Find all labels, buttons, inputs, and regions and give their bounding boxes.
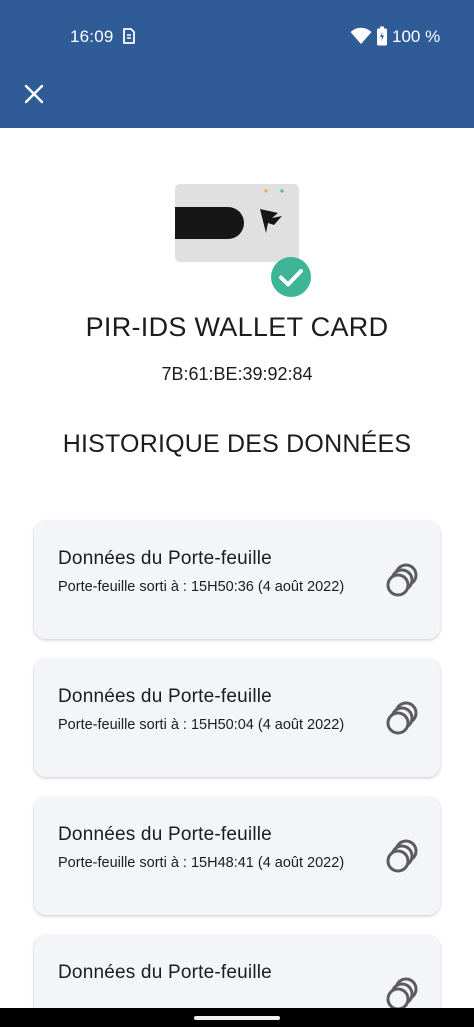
- history-item-title: Données du Porte-feuille: [58, 962, 272, 983]
- screen: 16:09 100 % PIR-IDS WALLET CARD 7B:61:BE…: [0, 0, 474, 1027]
- history-item[interactable]: Données du Porte-feuille Porte-feuille s…: [34, 521, 440, 639]
- close-icon: [24, 84, 44, 104]
- battery-icon: [377, 26, 387, 46]
- app-bar: 16:09 100 %: [0, 0, 474, 128]
- history-item[interactable]: Données du Porte-feuille Porte-feuille s…: [34, 659, 440, 777]
- device-name: PIR-IDS WALLET CARD: [85, 312, 389, 342]
- sim-icon: [123, 28, 135, 44]
- status-bar: 16:09 100 %: [0, 0, 474, 72]
- coins-icon: [386, 977, 418, 1011]
- history-item-title: Données du Porte-feuille: [58, 548, 272, 569]
- close-button[interactable]: [18, 78, 50, 110]
- history-item-title: Données du Porte-feuille: [58, 686, 272, 707]
- history-item-subtitle: Porte-feuille sorti à : 15H48:41 (4 août…: [58, 855, 345, 871]
- history-item-subtitle: Porte-feuille sorti à : 15H50:04 (4 août…: [58, 717, 345, 733]
- home-gesture-handle[interactable]: [194, 1016, 280, 1020]
- history-item-title: Données du Porte-feuille: [58, 824, 272, 845]
- history-item[interactable]: Données du Porte-feuille Porte-feuille s…: [34, 797, 440, 915]
- history-title: HISTORIQUE DES DONNÉES: [62, 430, 412, 458]
- coins-icon: [386, 701, 418, 735]
- device-id: 7B:61:BE:39:92:84: [161, 364, 313, 384]
- status-time: 16:09: [70, 27, 114, 46]
- check-circle-icon: [271, 257, 311, 297]
- battery-percentage: 100 %: [392, 27, 441, 46]
- wallet-card-illustration: [175, 184, 299, 262]
- coins-icon: [386, 563, 418, 597]
- coins-icon: [386, 839, 418, 873]
- wifi-icon: [350, 27, 372, 44]
- history-item-subtitle: Porte-feuille sorti à : 15H50:36 (4 août…: [58, 579, 345, 595]
